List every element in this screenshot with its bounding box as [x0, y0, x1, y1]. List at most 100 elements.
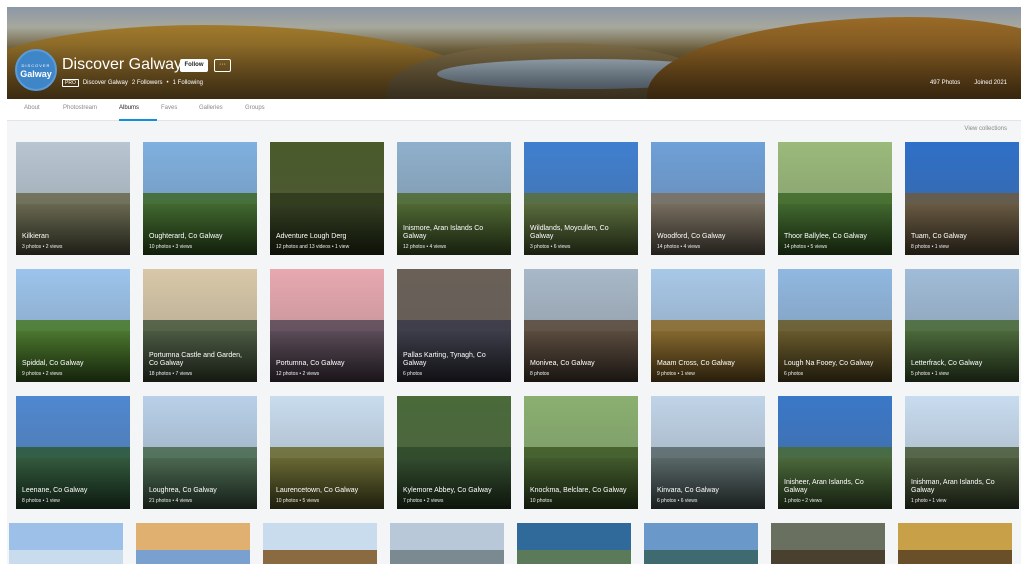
- album-title: Oughterard, Co Galway: [149, 233, 223, 240]
- album-card[interactable]: [263, 523, 377, 564]
- album-card[interactable]: Inismore, Aran Islands Co Galway 12 photo…: [397, 142, 511, 255]
- more-options-button[interactable]: ···: [214, 59, 231, 72]
- profile-handle: Discover Galway: [82, 80, 128, 86]
- album-card[interactable]: [771, 523, 885, 564]
- album-title: Wildlands, Moycullen, Co Galway: [530, 225, 609, 240]
- album-cover-ground: [263, 549, 377, 564]
- album-cover-ground: [136, 549, 250, 564]
- albums-content: View collections Kilkieran 3 photos • 2 v…: [7, 121, 1021, 564]
- album-stats: 12 photos and 13 videos • 1 view: [276, 244, 350, 250]
- album-title: Inishman, Aran Islands, Co Galway: [911, 479, 995, 494]
- album-card[interactable]: Leenane, Co Galway 8 photos • 1 view: [16, 396, 130, 509]
- album-cover-ground: [644, 549, 758, 564]
- album-card[interactable]: [136, 523, 250, 564]
- album-title: Lough Na Fooey, Co Galway: [784, 360, 874, 367]
- cover-stats: 497 Photos Joined 2021: [930, 80, 1007, 86]
- album-stats: 12 photos • 4 views: [403, 244, 447, 250]
- album-stats: 21 photos • 4 views: [149, 498, 193, 504]
- album-card[interactable]: Inisheer, Aran Islands, Co Galway 1 photo…: [778, 396, 892, 509]
- album-stats: 8 photos: [530, 371, 550, 377]
- album-stats: 10 photos • 5 views: [276, 498, 320, 504]
- album-card[interactable]: Thoor Ballylee, Co Galway 14 photos • 5 v…: [778, 142, 892, 255]
- album-title: Inisheer, Aran Islands, Co Galway: [784, 479, 864, 494]
- album-card[interactable]: Maam Cross, Co Galway 9 photos • 1 view: [651, 269, 765, 382]
- tab-photostream[interactable]: Photostream: [63, 105, 97, 111]
- album-title: Thoor Ballylee, Co Galway: [784, 233, 867, 240]
- pro-badge: PRO: [62, 79, 79, 87]
- album-card[interactable]: Kinvara, Co Galway 6 photos • 6 views: [651, 396, 765, 509]
- album-stats: 10 photos • 3 views: [149, 244, 193, 250]
- album-stats: 6 photos: [403, 371, 423, 377]
- album-stats: 14 photos • 5 views: [784, 244, 828, 250]
- album-title: Pallas Karting, Tynagh, Co Galway: [403, 352, 486, 367]
- album-card[interactable]: Knockma, Belclare, Co Galway 10 photos: [524, 396, 638, 509]
- album-card[interactable]: Laurencetown, Co Galway 10 photos • 5 vie…: [270, 396, 384, 509]
- tab-galleries[interactable]: Galleries: [199, 105, 223, 111]
- tab-groups[interactable]: Groups: [245, 105, 265, 111]
- album-stats: 3 photos • 2 views: [22, 244, 63, 250]
- avatar-top-text: DISCOVER: [21, 63, 51, 68]
- joined-date: Joined 2021: [974, 80, 1007, 86]
- album-cover-ground: [517, 549, 631, 564]
- album-title: Woodford, Co Galway: [657, 233, 726, 240]
- album-card[interactable]: Wildlands, Moycullen, Co Galway 3 photos …: [524, 142, 638, 255]
- album-card[interactable]: Tuam, Co Galway 8 photos • 1 view: [905, 142, 1019, 255]
- following-count[interactable]: 1 Following: [173, 80, 203, 86]
- album-card[interactable]: Spiddal, Co Galway 9 photos • 2 views: [16, 269, 130, 382]
- album-stats: 12 photos • 2 views: [276, 371, 320, 377]
- album-card[interactable]: [898, 523, 1012, 564]
- album-card[interactable]: [390, 523, 504, 564]
- profile-meta: PRO Discover Galway 2 Followers • 1 Foll…: [62, 79, 203, 87]
- album-card[interactable]: [517, 523, 631, 564]
- album-stats: 3 photos • 6 views: [530, 244, 571, 250]
- album-card[interactable]: Letterfrack, Co Galway 5 photos • 1 view: [905, 269, 1019, 382]
- avatar-main-text: Galway: [20, 69, 52, 79]
- profile-tabs: About Photostream Albums Faves Galleries…: [7, 99, 1021, 121]
- album-title: Kilkieran: [22, 233, 49, 240]
- follow-button[interactable]: Follow: [180, 59, 208, 72]
- album-card[interactable]: Kilkieran 3 photos • 2 views: [16, 142, 130, 255]
- tab-about[interactable]: About: [24, 105, 40, 111]
- album-card[interactable]: Pallas Karting, Tynagh, Co Galway 6 photo…: [397, 269, 511, 382]
- album-card[interactable]: [644, 523, 758, 564]
- album-card[interactable]: Oughterard, Co Galway 10 photos • 3 views: [143, 142, 257, 255]
- tab-albums[interactable]: Albums: [119, 105, 139, 111]
- avatar[interactable]: DISCOVER Galway: [15, 49, 57, 91]
- album-card[interactable]: Portumna Castle and Garden, Co Galway 18 …: [143, 269, 257, 382]
- album-title: Knockma, Belclare, Co Galway: [530, 487, 627, 494]
- profile-name: Discover Galway: [62, 56, 183, 73]
- album-stats: 5 photos • 1 view: [911, 371, 949, 377]
- album-cover-ground: [9, 549, 123, 564]
- view-collections-link[interactable]: View collections: [964, 126, 1007, 132]
- album-title: Kylemore Abbey, Co Galway: [403, 487, 492, 494]
- album-stats: 18 photos • 7 views: [149, 371, 193, 377]
- followers-count[interactable]: 2 Followers: [132, 80, 163, 86]
- album-grid: Kilkieran 3 photos • 2 views Oughterard, C…: [16, 142, 1019, 509]
- album-title: Inismore, Aran Islands Co Galway: [403, 225, 484, 240]
- album-cover-ground: [771, 549, 885, 564]
- tab-faves[interactable]: Faves: [161, 105, 177, 111]
- album-card[interactable]: Inishman, Aran Islands, Co Galway 1 photo…: [905, 396, 1019, 509]
- album-stats: 6 photos: [784, 371, 804, 377]
- album-card[interactable]: Lough Na Fooey, Co Galway 6 photos: [778, 269, 892, 382]
- album-card[interactable]: Adventure Lough Derg 12 photos and 13 vid…: [270, 142, 384, 255]
- album-card[interactable]: Kylemore Abbey, Co Galway 7 photos • 2 vi…: [397, 396, 511, 509]
- album-card[interactable]: Monivea, Co Galway 8 photos: [524, 269, 638, 382]
- album-title: Kinvara, Co Galway: [657, 487, 719, 494]
- album-title: Leenane, Co Galway: [22, 487, 88, 494]
- album-title: Portumna Castle and Garden, Co Galway: [149, 352, 242, 367]
- album-card[interactable]: Woodford, Co Galway 14 photos • 4 views: [651, 142, 765, 255]
- album-stats: 1 photo • 2 views: [784, 498, 822, 504]
- album-stats: 9 photos • 2 views: [22, 371, 63, 377]
- album-title: Adventure Lough Derg: [276, 233, 347, 240]
- album-title: Maam Cross, Co Galway: [657, 360, 735, 367]
- album-title: Loughrea, Co Galway: [149, 487, 217, 494]
- album-card[interactable]: Portumna, Co Galway 12 photos • 2 views: [270, 269, 384, 382]
- album-card[interactable]: [9, 523, 123, 564]
- album-title: Laurencetown, Co Galway: [276, 487, 359, 494]
- album-cover-ground: [898, 549, 1012, 564]
- album-stats: 9 photos • 1 view: [657, 371, 695, 377]
- meta-separator: •: [166, 80, 169, 86]
- album-card[interactable]: Loughrea, Co Galway 21 photos • 4 views: [143, 396, 257, 509]
- photo-count: 497 Photos: [929, 80, 961, 86]
